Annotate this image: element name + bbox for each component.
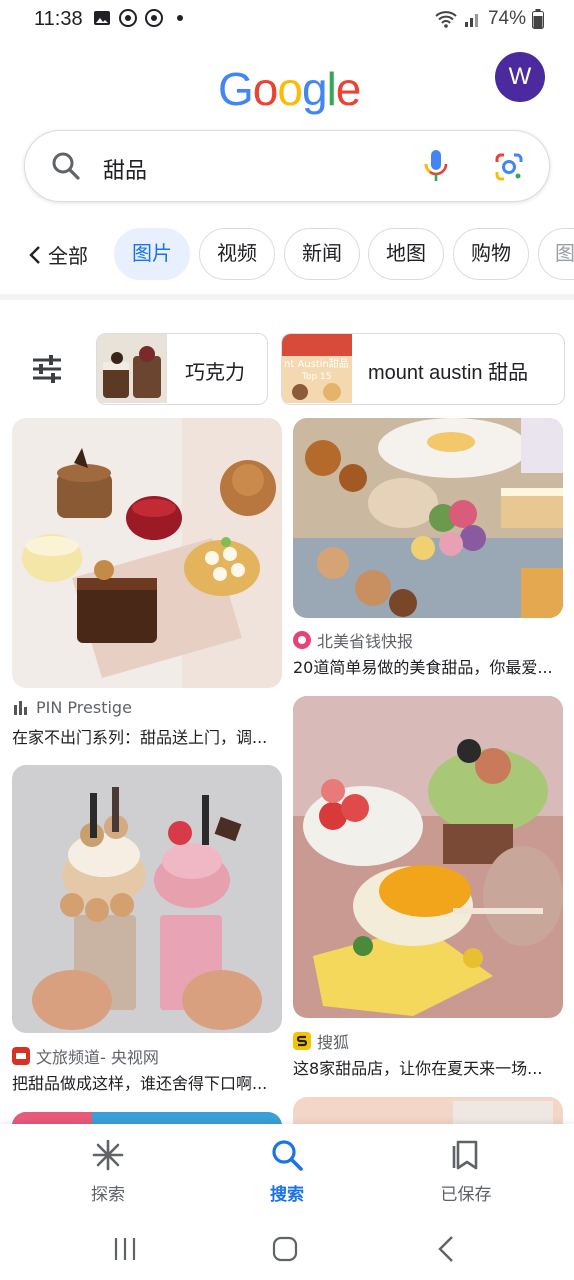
nav-search[interactable]: 搜索 (232, 1138, 342, 1205)
logo-letter: o (277, 63, 303, 115)
nav-explore[interactable]: 探索 (53, 1138, 163, 1205)
status-bar: 11:38 74% (0, 0, 574, 40)
source-name: 文旅频道- 央视网 (36, 1048, 159, 1067)
system-navigation (0, 1216, 574, 1280)
source-name: 北美省钱快报 (317, 632, 414, 651)
filter-tune-icon[interactable] (30, 352, 64, 386)
dot-icon (177, 15, 183, 21)
tab-all-back[interactable]: 全部 (28, 240, 88, 269)
notification-icons (92, 8, 190, 28)
tab-all-label: 全部 (48, 244, 88, 268)
result-caption-3[interactable]: 把甜品做成这样，谁还舍得下口啊... (12, 1070, 276, 1094)
microphone-icon[interactable] (423, 149, 449, 183)
result-source-1[interactable]: PIN Prestige (12, 698, 132, 717)
home-icon[interactable] (270, 1234, 300, 1264)
status-time: 11:38 (34, 8, 83, 30)
suggestion-thumbnail: nt Austin甜品 Top 15 (282, 334, 352, 403)
nav-saved-label: 已保存 (440, 1185, 492, 1205)
search-icon (52, 152, 80, 180)
result-image-4[interactable] (293, 696, 563, 1018)
google-lens-icon[interactable] (493, 151, 525, 183)
nav-search-label: 搜索 (270, 1185, 304, 1205)
suggestion-label: 巧克力 (185, 362, 245, 384)
thumb-title: nt Austin甜品 (284, 357, 349, 370)
suggestion-label: mount austin 甜品 (368, 362, 529, 384)
back-icon[interactable] (432, 1234, 462, 1264)
search-query[interactable]: 甜品 (103, 153, 147, 185)
pin-prestige-icon (14, 700, 27, 715)
result-image-3[interactable] (12, 765, 282, 1033)
bottom-navigation: 探索 搜索 已保存 (0, 1124, 574, 1216)
result-caption-2[interactable]: 20道简单易做的美食甜品，你最爱... (293, 654, 557, 678)
result-image-1[interactable] (12, 418, 282, 688)
tab-more[interactable]: 图 (538, 228, 574, 280)
logo-letter: o (252, 63, 279, 115)
search-box[interactable]: 甜品 (24, 130, 550, 202)
suggestion-mount-austin[interactable]: nt Austin甜品 Top 15 mount austin 甜品 (281, 333, 565, 405)
cctv-icon (12, 1047, 30, 1065)
battery-percent: 74% (487, 8, 526, 29)
nav-saved[interactable]: 已保存 (411, 1138, 521, 1205)
source-name: PIN Prestige (36, 698, 132, 717)
recent-apps-icon[interactable] (110, 1234, 140, 1264)
sohu-icon (293, 1032, 311, 1050)
result-caption-4[interactable]: 这8家甜品店，让你在夏天来一场... (293, 1055, 557, 1079)
sync-icon (119, 9, 137, 27)
result-source-3[interactable]: 文旅频道- 央视网 (12, 1044, 159, 1068)
logo-letter: g (301, 63, 328, 115)
tab-news[interactable]: 新闻 (284, 228, 360, 280)
result-image-2[interactable] (293, 418, 563, 618)
signal-icon (464, 14, 478, 27)
battery-icon (532, 9, 544, 29)
search-icon (272, 1140, 303, 1171)
result-caption-1[interactable]: 在家不出门系列：甜品送上门，调... (12, 724, 276, 748)
dealmoon-icon (293, 631, 311, 649)
suggestion-thumbnail (97, 334, 167, 403)
wifi-icon (435, 11, 457, 28)
result-source-2[interactable]: 北美省钱快报 (293, 628, 413, 652)
result-source-4[interactable]: 搜狐 (293, 1029, 349, 1053)
asterisk-icon (92, 1139, 124, 1171)
search-tabs: 全部 图片 视频 新闻 地图 购物 图 (0, 226, 574, 282)
logo-letter: l (326, 63, 337, 115)
tab-maps[interactable]: 地图 (368, 228, 444, 280)
logo-letter: G (218, 63, 254, 115)
avatar[interactable]: W (495, 52, 545, 102)
sync-icon-2 (145, 9, 163, 27)
logo-letter: e (335, 63, 362, 115)
chevron-left-icon (29, 245, 40, 264)
bookmarks-icon (452, 1140, 478, 1170)
gallery-icon (94, 11, 110, 25)
tab-images[interactable]: 图片 (114, 228, 190, 280)
nav-explore-label: 探索 (91, 1185, 125, 1205)
suggestion-chocolate[interactable]: 巧克力 (96, 333, 268, 405)
tab-videos[interactable]: 视频 (199, 228, 275, 280)
status-right: 74% (434, 8, 544, 30)
tab-shopping[interactable]: 购物 (453, 228, 529, 280)
divider (0, 294, 574, 300)
google-logo[interactable]: Google (218, 62, 362, 116)
thumb-sub: Top 15 (301, 372, 332, 382)
source-name: 搜狐 (317, 1033, 350, 1052)
